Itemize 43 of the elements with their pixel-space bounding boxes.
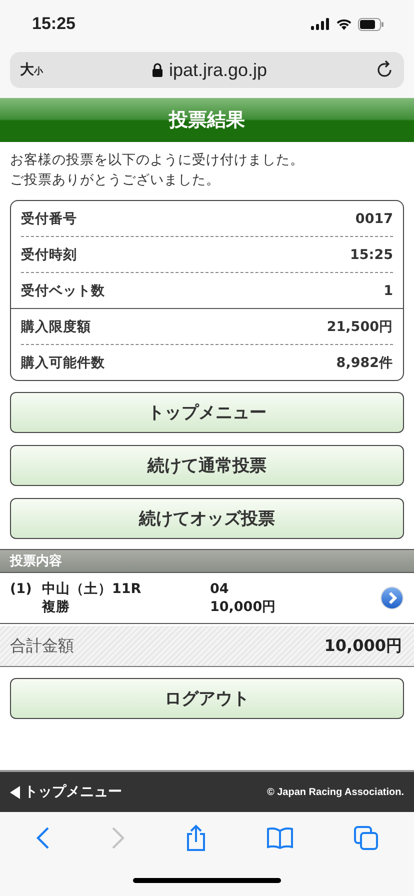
url-text: ipat.jra.go.jp (152, 60, 268, 80)
top-menu-link[interactable]: トップメニュー (10, 783, 122, 801)
page-title: 投票結果 (169, 108, 245, 133)
logout-button[interactable]: ログアウト (10, 678, 404, 719)
info-label: 購入限度額 (21, 318, 91, 336)
menu-button[interactable]: 続けてオッズ投票 (10, 498, 404, 539)
bet-amount: 10,000円 (210, 598, 278, 616)
message-text: ご投票ありがとうございました。 (10, 171, 221, 190)
book-icon[interactable] (266, 827, 293, 849)
info-label: 受付番号 (21, 210, 77, 228)
bet-number: (1) (10, 581, 33, 597)
text-size-button[interactable]: 大小 (20, 61, 43, 79)
status-time: 15:25 (32, 14, 76, 34)
copyright-text: © Japan Racing Association. (266, 786, 404, 798)
info-value: 0017 (355, 210, 393, 226)
info-label: 受付ベット数 (21, 282, 105, 300)
signal-icon (311, 18, 330, 30)
info-value: 21,500円 (326, 318, 393, 336)
menu-button[interactable]: 続けて通常投票 (10, 445, 404, 486)
total-label: 合計金額 (10, 636, 74, 656)
info-value: 1 (384, 282, 393, 298)
wifi-icon (336, 18, 352, 30)
address-bar[interactable]: 大小 ipat.jra.go.jp (10, 52, 404, 88)
section-title: 投票内容 (10, 552, 62, 570)
triangle-left-icon (10, 786, 20, 798)
lock-icon (152, 63, 163, 77)
tabs-icon[interactable] (354, 826, 378, 850)
info-label: 受付時刻 (21, 246, 77, 264)
info-value: 8,982件 (336, 354, 393, 372)
message-text: お客様の投票を以下のように受け付けました。 (10, 151, 305, 170)
total-value: 10,000円 (324, 636, 402, 656)
bet-row[interactable]: (1) 中山（土）11R 複勝 04 10,000円 (0, 572, 414, 624)
info-label: 購入可能件数 (21, 354, 105, 372)
menu-button[interactable]: トップメニュー (10, 392, 404, 433)
reload-icon[interactable] (376, 60, 394, 80)
share-icon[interactable] (186, 824, 206, 852)
info-value: 15:25 (350, 246, 393, 262)
back-icon[interactable] (36, 826, 50, 850)
race-name: 中山（土）11R (42, 580, 142, 598)
bet-type: 複勝 (42, 598, 71, 616)
chevron-icon[interactable] (380, 586, 404, 610)
horse-number: 04 (210, 580, 230, 598)
battery-icon (358, 18, 384, 30)
